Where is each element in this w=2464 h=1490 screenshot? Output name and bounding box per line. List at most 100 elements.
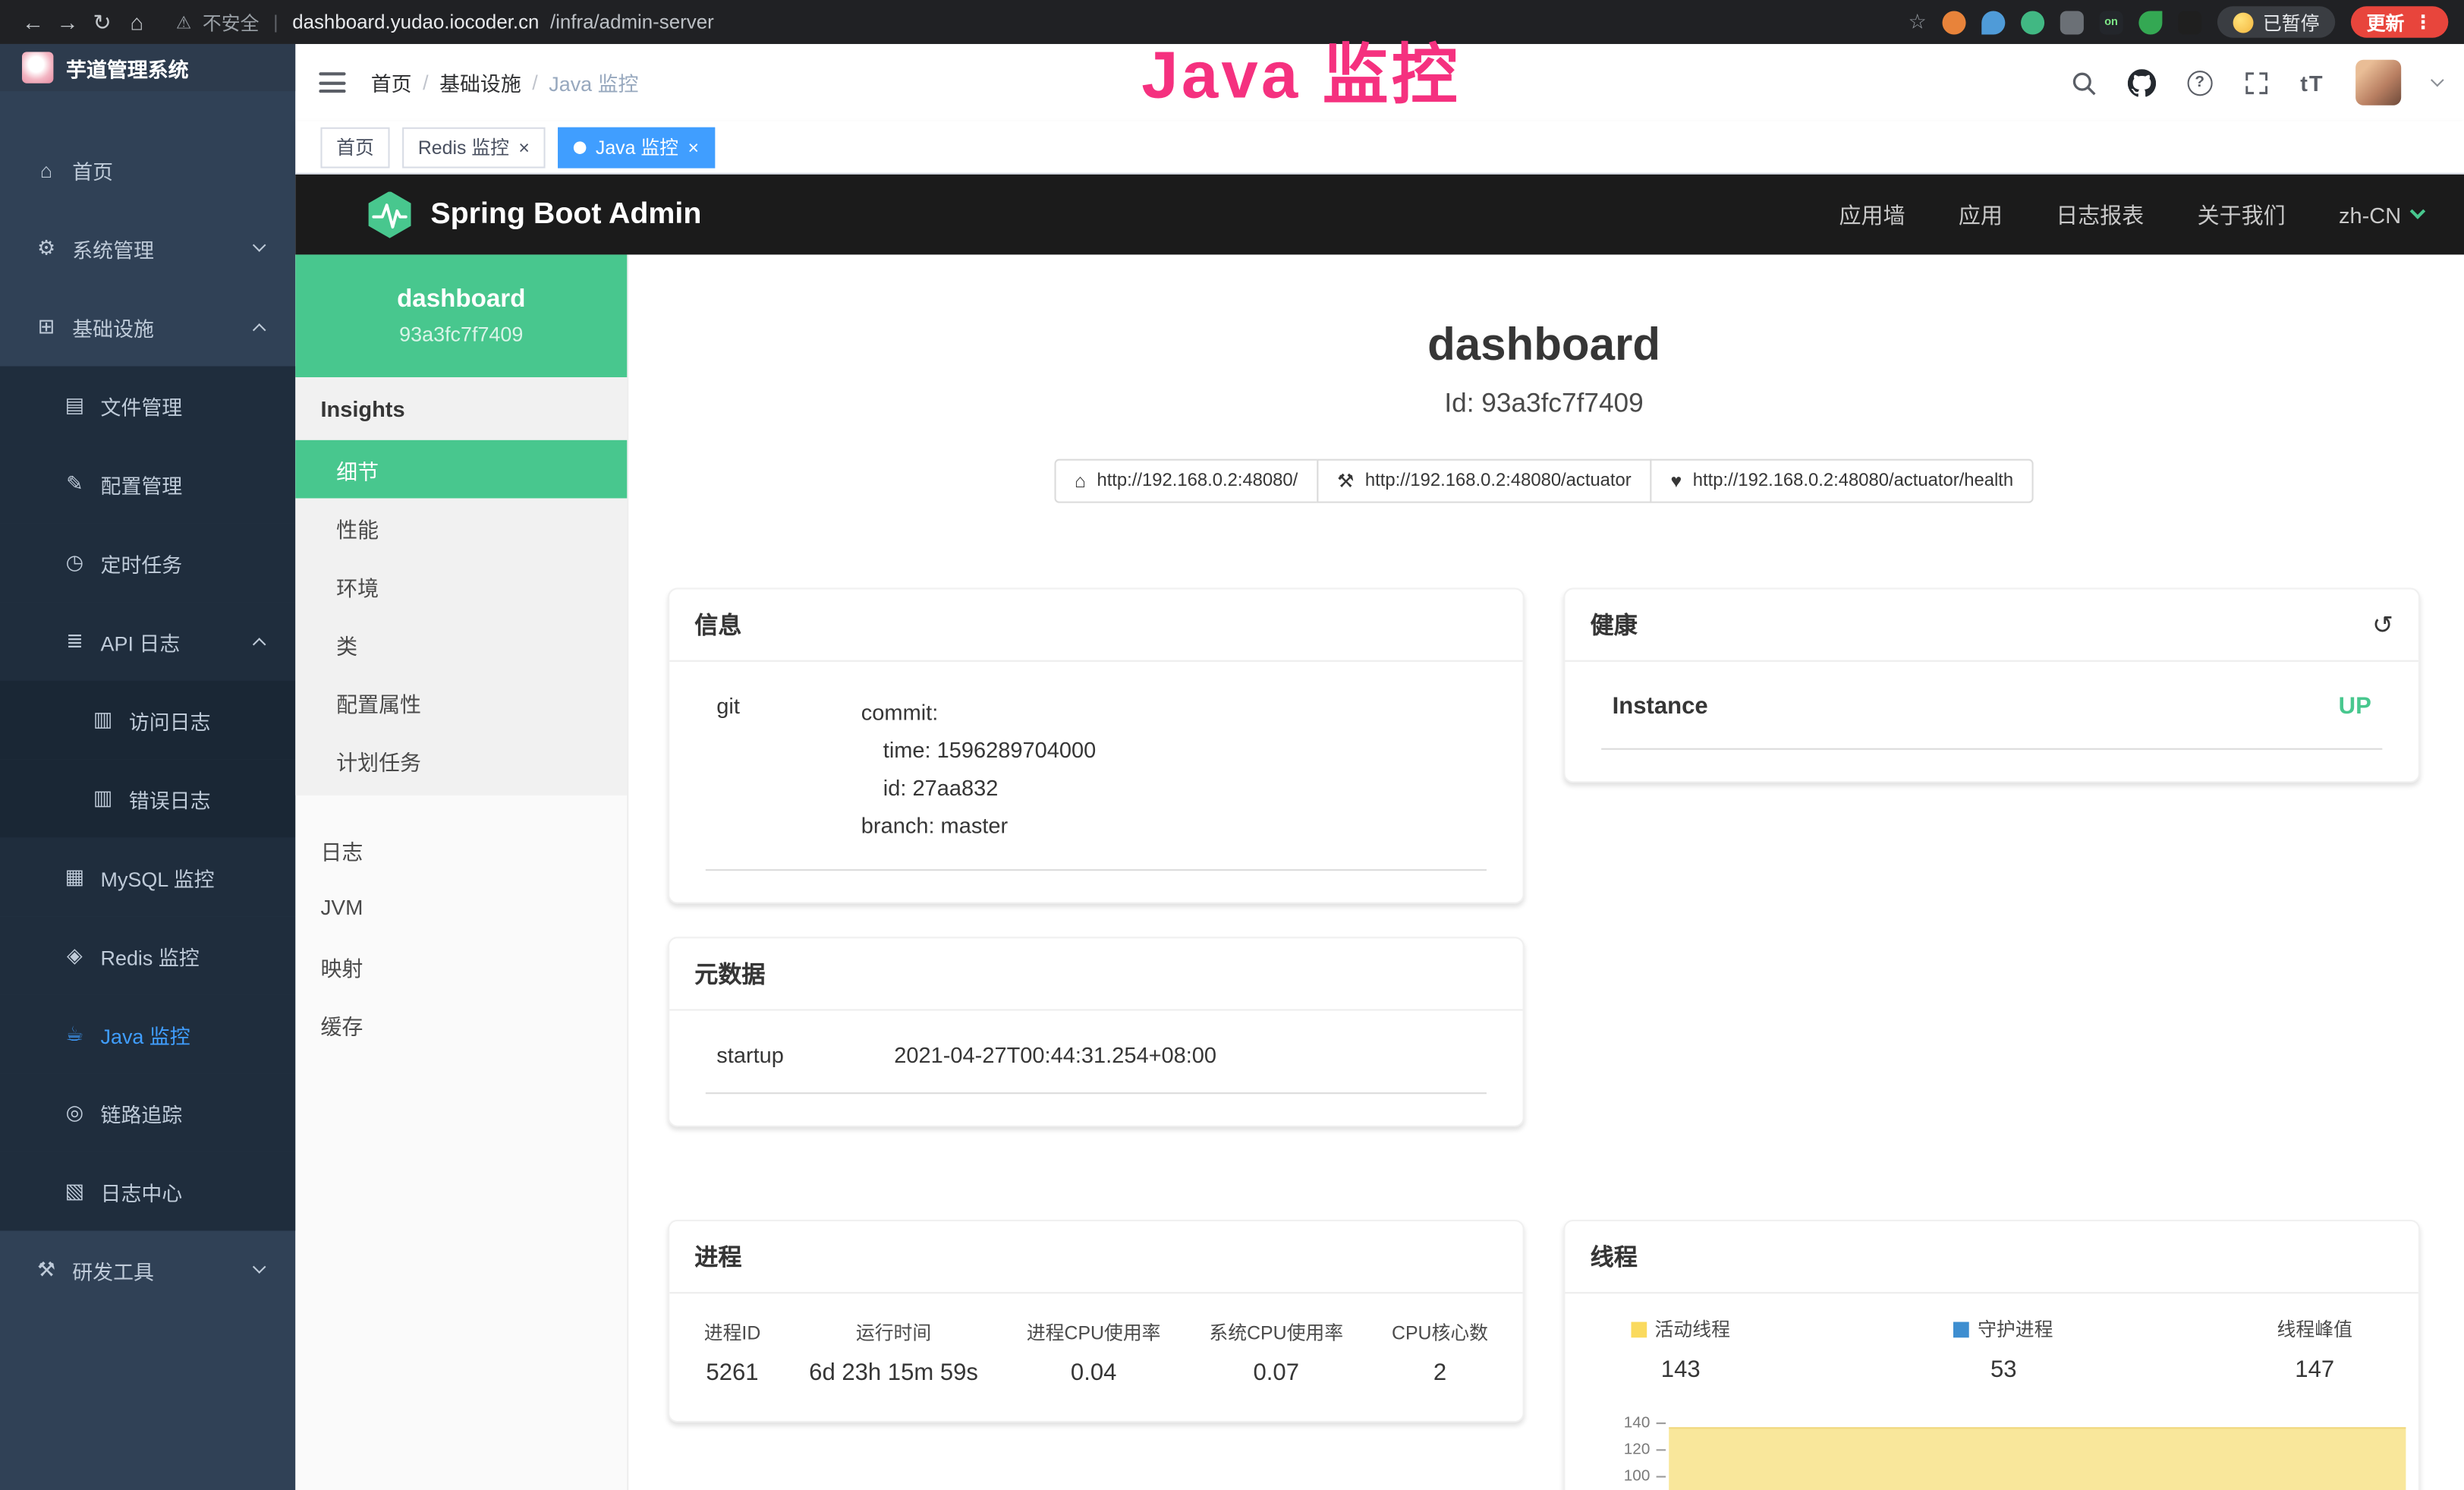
home-icon[interactable]: ⌂ xyxy=(119,9,154,34)
sba-nav-wallboard[interactable]: 应用墙 xyxy=(1839,199,1905,230)
sidebar-item-redis-monitor[interactable]: ◈ Redis 监控 xyxy=(0,916,295,995)
process-stat-process-cpu: 进程CPU使用率 0.04 xyxy=(1027,1318,1161,1386)
sba-brand[interactable]: Spring Boot Admin xyxy=(366,191,701,238)
y-tick-label: 140 xyxy=(1594,1415,1651,1432)
process-stats: 进程ID 5261 运行时间 6d 23h 15m 59s 进程CPU使用率 0… xyxy=(669,1293,1522,1421)
tab-label: Java 监控 xyxy=(596,134,678,160)
extension-icon[interactable] xyxy=(2021,10,2044,33)
instance-name: dashboard xyxy=(397,286,525,314)
card-title: 线程 xyxy=(1591,1240,1638,1273)
sba-menu-metrics[interactable]: 性能 xyxy=(295,498,627,556)
search-icon[interactable] xyxy=(2071,70,2096,95)
app-logo[interactable]: 芋道管理系统 xyxy=(0,44,295,91)
hamburger-icon[interactable] xyxy=(319,72,345,93)
info-line: time: 1596289704000 xyxy=(861,731,1096,769)
extension-icon[interactable] xyxy=(2178,10,2201,33)
metadata-card-body: startup 2021-04-27T00:44:31.254+08:00 xyxy=(669,1011,1522,1126)
github-icon[interactable] xyxy=(2127,68,2155,96)
chevron-down-icon xyxy=(253,1260,266,1274)
actuator-url-label: http://192.168.0.2:48080/actuator xyxy=(1365,471,1632,490)
health-card: 健康 ↺ Instance UP xyxy=(1563,587,2420,783)
health-key: Instance xyxy=(1613,693,1708,720)
sba-menu-logs[interactable]: 日志 xyxy=(295,821,627,879)
font-size-icon[interactable]: tT xyxy=(2300,70,2324,95)
forward-icon[interactable]: → xyxy=(50,9,85,34)
y-tick-mark xyxy=(1657,1449,1666,1451)
sidebar-item-tracing[interactable]: ◎ 链路追踪 xyxy=(0,1073,295,1152)
proxy-on-extension-icon[interactable]: on xyxy=(2100,10,2123,33)
extension-icon[interactable] xyxy=(1981,10,2005,33)
close-icon[interactable]: × xyxy=(518,137,530,156)
sba-nav-applications[interactable]: 应用 xyxy=(1959,199,2003,230)
help-icon[interactable]: ? xyxy=(2187,70,2212,95)
actuator-url-button[interactable]: ⚒ http://192.168.0.2:48080/actuator xyxy=(1317,459,1652,503)
dashboard-icon: ⌂ xyxy=(35,158,58,181)
bookmark-star-icon[interactable]: ☆ xyxy=(1909,9,1927,34)
legend-value: 147 xyxy=(2277,1356,2352,1383)
sidebar-item-dev-tools[interactable]: ⚒ 研发工具 xyxy=(0,1230,295,1309)
spring-boot-admin-logo-icon xyxy=(366,191,413,238)
health-url-button[interactable]: ♥ http://192.168.0.2:48080/actuator/heal… xyxy=(1651,459,2034,503)
sidebar-item-label: Java 监控 xyxy=(101,1019,190,1049)
sba-menu-environment[interactable]: 环境 xyxy=(295,556,627,615)
sidebar-item-mysql-monitor[interactable]: ▦ MySQL 监控 xyxy=(0,838,295,917)
back-icon[interactable]: ← xyxy=(16,9,51,34)
sidebar-item-infrastructure[interactable]: ⊞ 基础设施 xyxy=(0,288,295,367)
tab-redis-monitor[interactable]: Redis 监控 × xyxy=(402,127,546,168)
reload-icon[interactable]: ↻ xyxy=(85,8,120,35)
sidebar-item-error-log[interactable]: ▥ 错误日志 xyxy=(0,759,295,838)
breadcrumb-home[interactable]: 首页 xyxy=(371,68,412,97)
chrome-update-button[interactable]: 更新 ⋮ xyxy=(2351,6,2448,37)
gear-icon: ⚙ xyxy=(35,236,58,261)
chevron-down-icon[interactable] xyxy=(2431,74,2444,87)
sidebar-item-log-center[interactable]: ▧ 日志中心 xyxy=(0,1152,295,1231)
fullscreen-icon[interactable] xyxy=(2244,70,2269,95)
sidebar-item-label: Redis 监控 xyxy=(101,940,200,970)
tab-java-monitor[interactable]: Java 监控 × xyxy=(558,127,714,168)
tab-home[interactable]: 首页 xyxy=(320,127,389,168)
breadcrumb-infrastructure[interactable]: 基础设施 xyxy=(439,68,521,97)
service-url-button[interactable]: ⌂ http://192.168.0.2:48080/ xyxy=(1054,459,1318,503)
security-label: 不安全 xyxy=(203,8,260,35)
user-avatar[interactable] xyxy=(2355,60,2401,106)
sba-menu-config-props[interactable]: 配置属性 xyxy=(295,673,627,731)
sidebar-item-file-mgmt[interactable]: ▤ 文件管理 xyxy=(0,366,295,445)
annotation-overlay: Java 监控 xyxy=(987,22,1615,118)
tags-view: 首页 Redis 监控 × Java 监控 × xyxy=(295,121,2464,174)
y-tick-mark xyxy=(1657,1476,1666,1477)
sba-menu-jvm[interactable]: JVM xyxy=(295,879,627,937)
extension-icon[interactable] xyxy=(2138,10,2162,33)
sidebar-item-home[interactable]: ⌂ 首页 xyxy=(0,131,295,209)
extension-icon[interactable] xyxy=(1942,10,1965,33)
locale-selector[interactable]: zh-CN xyxy=(2339,202,2423,227)
legend-label: 线程峰值 xyxy=(2277,1315,2352,1342)
sba-nav-about[interactable]: 关于我们 xyxy=(2198,199,2286,230)
history-icon[interactable]: ↺ xyxy=(2372,609,2393,640)
info-key: git xyxy=(716,693,861,718)
sidebar-item-api-log[interactable]: ≣ API 日志 xyxy=(0,602,295,681)
profile-sync-paused-chip[interactable]: 已暂停 xyxy=(2217,6,2335,37)
chevron-down-icon xyxy=(2410,203,2425,219)
sba-menu-scheduled-tasks[interactable]: 计划任务 xyxy=(295,731,627,789)
insights-section-label: Insights xyxy=(295,377,627,440)
sba-menu-caches[interactable]: 缓存 xyxy=(295,995,627,1054)
sidebar-item-java-monitor[interactable]: ☕ Java 监控 xyxy=(0,995,295,1074)
close-icon[interactable]: × xyxy=(688,137,699,156)
sba-nav-journal[interactable]: 日志报表 xyxy=(2056,199,2144,230)
sba-menu-mappings[interactable]: 映射 xyxy=(295,937,627,995)
info-card: 信息 git commit: time: 1596289704000 id: 2… xyxy=(668,587,1525,903)
sba-menu-details[interactable]: 细节 xyxy=(295,440,627,499)
info-line: branch: master xyxy=(861,806,1096,844)
sba-menu-classes[interactable]: 类 xyxy=(295,615,627,673)
app-title: 芋道管理系统 xyxy=(66,52,189,82)
sidebar-item-config-mgmt[interactable]: ✎ 配置管理 xyxy=(0,445,295,524)
breadcrumb-separator: / xyxy=(532,71,538,94)
legend-daemon-threads: 守护进程 53 xyxy=(1954,1315,2053,1383)
sidebar-item-system-mgmt[interactable]: ⚙ 系统管理 xyxy=(0,209,295,288)
address-bar[interactable]: ⚠ 不安全 | dashboard.yudao.iocoder.cn /infr… xyxy=(176,8,714,35)
sidebar-item-scheduled-jobs[interactable]: ◷ 定时任务 xyxy=(0,524,295,603)
files-icon: ▤ xyxy=(63,393,87,418)
sidebar-item-label: 系统管理 xyxy=(72,234,154,263)
extension-icon[interactable] xyxy=(2060,10,2084,33)
sidebar-item-access-log[interactable]: ▥ 访问日志 xyxy=(0,681,295,760)
